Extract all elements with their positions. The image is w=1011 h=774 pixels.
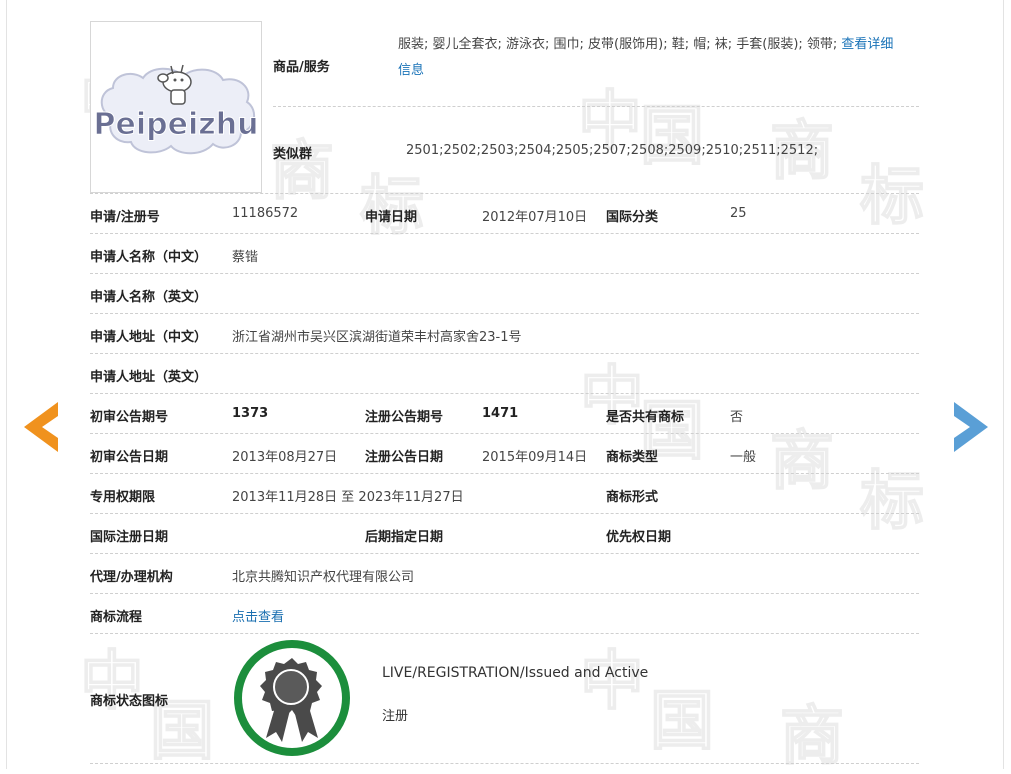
divider	[90, 353, 919, 354]
later-date-label: 后期指定日期	[365, 530, 444, 545]
exclusive-label: 专用权期限	[90, 490, 156, 505]
agent-value: 北京共腾知识产权代理有限公司	[232, 570, 415, 585]
divider	[273, 106, 919, 107]
divider	[90, 393, 919, 394]
similar-group-value: 2501;2502;2503;2504;2505;2507;2508;2509;…	[406, 143, 819, 158]
status-icon-label: 商标状态图标	[90, 694, 169, 709]
divider	[90, 273, 919, 274]
prelim-date-value: 2013年08月27日	[232, 450, 338, 465]
divider	[90, 553, 919, 554]
goods-label: 商品/服务	[273, 60, 330, 75]
peppa-pig-logo-icon: Peipeizhu	[93, 64, 259, 155]
applicant-cn-value: 蔡锴	[232, 250, 259, 265]
process-label: 商标流程	[90, 610, 143, 625]
goods-list: 服装; 婴儿全套衣; 游泳衣; 围巾; 皮带(服饰用); 鞋; 帽; 袜; 手套…	[398, 37, 838, 52]
prelim-date-label: 初审公告日期	[90, 450, 169, 465]
reg-no-label: 申请/注册号	[90, 210, 160, 225]
priority-date-label: 优先权日期	[606, 530, 672, 545]
apply-date-value: 2012年07月10日	[482, 210, 588, 225]
tm-type-value: 一般	[730, 450, 757, 465]
divider	[90, 593, 919, 594]
reg-issue-date-value: 2015年09月14日	[482, 450, 588, 465]
prev-arrow-icon[interactable]	[24, 402, 60, 452]
shared-label: 是否共有商标	[606, 410, 685, 425]
status-badge-icon	[232, 638, 352, 758]
tm-form-label: 商标形式	[606, 490, 659, 505]
intl-reg-date-label: 国际注册日期	[90, 530, 169, 545]
applicant-en-label: 申请人名称（英文）	[90, 290, 208, 305]
address-cn-label: 申请人地址（中文）	[90, 330, 208, 345]
address-en-label: 申请人地址（英文）	[90, 370, 208, 385]
svg-text:Peipeizhu: Peipeizhu	[94, 107, 259, 142]
divider	[90, 313, 919, 314]
divider	[90, 233, 919, 234]
reg-issue-no-label: 注册公告期号	[365, 410, 444, 425]
divider	[90, 513, 919, 514]
status-text-cn: 注册	[382, 709, 409, 724]
exclusive-value: 2013年11月28日 至 2023年11月27日	[232, 490, 464, 505]
reg-issue-no-value: 1471	[482, 406, 519, 421]
status-text-en: LIVE/REGISTRATION/Issued and Active	[382, 665, 649, 681]
process-link[interactable]: 点击查看	[232, 606, 284, 625]
prelim-issue-no-value: 1373	[232, 406, 269, 421]
next-arrow-icon[interactable]	[952, 402, 988, 452]
tm-type-label: 商标类型	[606, 450, 659, 465]
divider	[90, 473, 919, 474]
intl-class-label: 国际分类	[606, 210, 659, 225]
similar-group-label: 类似群	[273, 147, 313, 162]
address-cn-value: 浙江省湖州市吴兴区滨湖街道荣丰村高家舍23-1号	[232, 330, 522, 345]
trademark-logo-image: Peipeizhu	[90, 21, 262, 193]
intl-class-value: 25	[730, 206, 747, 221]
applicant-cn-label: 申请人名称（中文）	[90, 250, 208, 265]
agent-label: 代理/办理机构	[90, 570, 173, 585]
apply-date-label: 申请日期	[365, 210, 418, 225]
divider	[90, 763, 919, 764]
goods-text: 服装; 婴儿全套衣; 游泳衣; 围巾; 皮带(服饰用); 鞋; 帽; 袜; 手套…	[398, 32, 918, 84]
divider	[90, 633, 919, 634]
prelim-issue-no-label: 初审公告期号	[90, 410, 169, 425]
divider	[90, 433, 919, 434]
reg-issue-date-label: 注册公告日期	[365, 450, 444, 465]
shared-value: 否	[730, 410, 744, 425]
divider	[90, 193, 919, 194]
reg-no-value: 11186572	[232, 206, 299, 221]
